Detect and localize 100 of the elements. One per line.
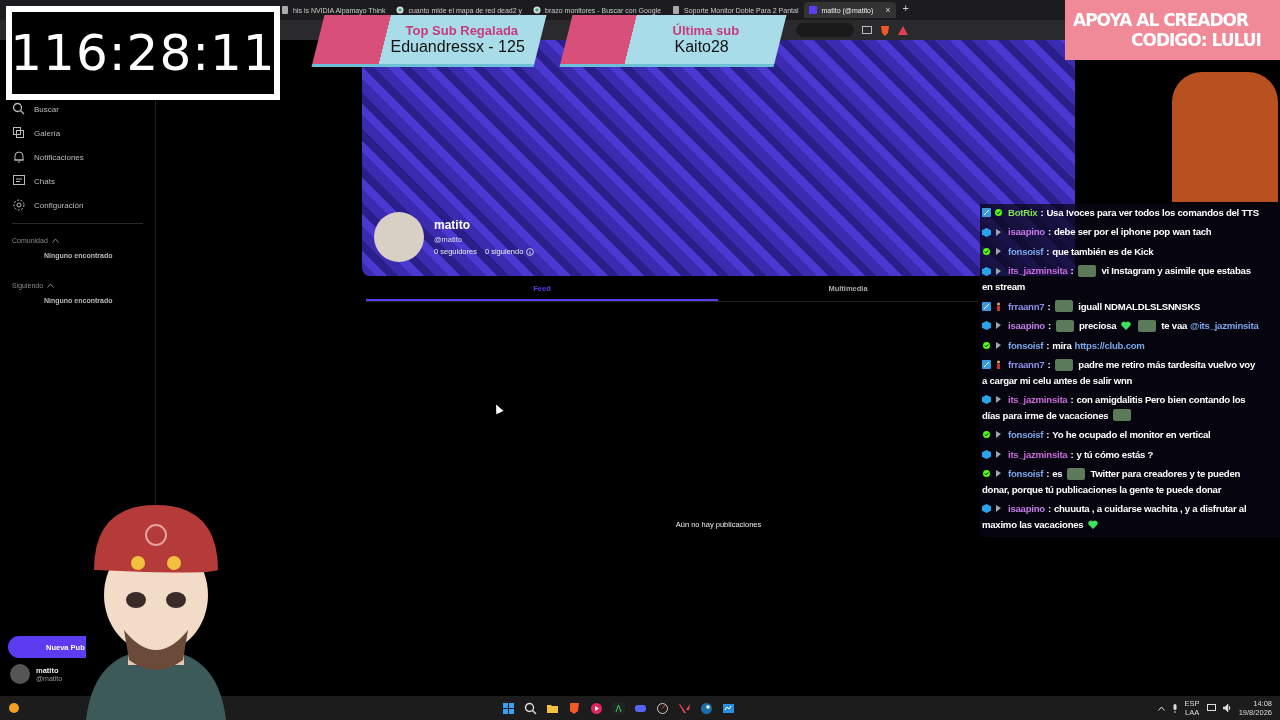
monitor-icon[interactable]	[1206, 704, 1216, 712]
message-text: vi Instagram y asimile que estabas	[1101, 264, 1251, 279]
search-icon[interactable]	[524, 701, 538, 715]
start-icon[interactable]	[502, 701, 516, 715]
profile-avatar	[374, 212, 424, 262]
sidebar-item[interactable]: Configuración	[0, 193, 155, 217]
sidebar-item[interactable]: Notificaciones	[0, 145, 155, 169]
cast-icon[interactable]	[862, 26, 872, 34]
cube-badge-icon	[982, 321, 991, 331]
separator: :	[1047, 319, 1051, 333]
figure-badge-icon	[994, 301, 1003, 311]
emote-picture	[1055, 358, 1074, 371]
new-tab-button[interactable]: +	[896, 2, 915, 14]
separator: :	[1046, 338, 1050, 353]
separator: :	[1047, 299, 1051, 314]
chat-icon	[12, 174, 26, 188]
cube-badge-icon	[982, 395, 991, 405]
message-text: es	[1052, 467, 1063, 482]
chat-username[interactable]: isaapino	[1008, 501, 1045, 517]
close-icon[interactable]: ×	[885, 5, 891, 15]
message-text: días para irme de vacaciones	[982, 408, 1109, 423]
chat-username[interactable]: frraann7	[1008, 357, 1045, 373]
chat-username[interactable]: BotRix	[1008, 205, 1038, 221]
weather-icon	[8, 702, 20, 714]
message-text: a cargar mi celu antes de salir wnn	[982, 373, 1133, 388]
gallery-icon	[12, 126, 26, 140]
promo-title: APOYA AL CREADOR	[1073, 10, 1250, 30]
emote-picture	[1078, 265, 1097, 278]
chat-username[interactable]: isaapino	[1008, 224, 1045, 241]
cube-badge-icon	[982, 266, 991, 276]
message-text: Twitter para creadores y te pueden	[1090, 467, 1241, 482]
check-badge-icon	[982, 430, 991, 440]
figure-badge-icon	[994, 360, 1003, 370]
check-badge-icon	[982, 340, 991, 350]
chat-username[interactable]: fonsoisf	[1008, 466, 1044, 482]
message-text: te vaa	[1161, 319, 1188, 333]
chat-link[interactable]: https://club.com	[1074, 337, 1145, 354]
triangle-icon[interactable]	[898, 25, 908, 35]
chat-username[interactable]: isaapino	[1008, 318, 1045, 334]
message-text: en stream	[982, 280, 1026, 295]
emote-picture	[1138, 319, 1157, 332]
emote-picture	[1067, 467, 1086, 480]
chat-username[interactable]: its_jazminsita	[1008, 446, 1068, 463]
separator: :	[1070, 264, 1074, 279]
sidebar-item[interactable]: Chats	[0, 169, 155, 193]
page-icon	[672, 6, 681, 14]
separator: :	[1047, 502, 1051, 517]
dial-icon[interactable]	[656, 701, 670, 715]
settings-icon	[12, 198, 26, 212]
microphone-icon[interactable]	[1171, 703, 1178, 713]
speaker-icon[interactable]	[1222, 704, 1232, 712]
check-badge-icon	[982, 247, 991, 257]
message-text: iguall NDMALDLSLSNNSKS	[1078, 299, 1201, 314]
search-icon	[12, 102, 26, 116]
separator: :	[1046, 244, 1050, 259]
cube-badge-icon	[982, 504, 991, 514]
message-text: Usa !voces para ver todos los comandos del TTS	[1046, 206, 1259, 220]
avatar	[10, 664, 30, 684]
message-text: Yo he ocupado el monitor en vertical	[1052, 428, 1211, 443]
chevron-up-icon[interactable]	[1157, 705, 1165, 711]
globe-icon	[533, 6, 542, 14]
message-text: padre me retiro más tardesita vuelvo voy	[1078, 358, 1255, 372]
message-text: maximo las vacaciones	[982, 517, 1084, 532]
separator: :	[1070, 393, 1074, 408]
check-badge-icon	[994, 208, 1003, 218]
heart-icon	[1121, 321, 1132, 331]
message-text: donar, porque tú publicaciones la gente te puede donar	[982, 482, 1222, 497]
check-badge-icon	[982, 469, 991, 479]
letter-icon[interactable]	[612, 701, 626, 715]
site-icon	[809, 6, 818, 14]
message-text: preciosa	[1078, 319, 1117, 333]
banner-title: Top Sub Regalada	[405, 23, 518, 38]
play-icon[interactable]	[590, 701, 604, 715]
promo-code: CODIGO: LULUI	[1130, 30, 1262, 50]
chat-mention[interactable]: @its_jazminsita	[1190, 318, 1259, 334]
info-icon	[526, 247, 535, 256]
cube-badge-icon	[982, 449, 991, 459]
sidebar-item[interactable]: Buscar	[0, 97, 155, 121]
emote-picture	[1055, 300, 1074, 313]
message-text: mira	[1052, 338, 1072, 353]
message-text: chuuuta , a cuidarse wachita , y a disfrutar al	[1053, 502, 1247, 517]
page-icon	[281, 6, 289, 14]
emote-picture	[1055, 319, 1074, 332]
profile-name: matito	[434, 218, 471, 232]
separator: :	[1070, 447, 1074, 462]
chat-username[interactable]: its_jazminsita	[1008, 263, 1068, 280]
chat-username[interactable]: fonsoisf	[1008, 243, 1044, 260]
chat-username[interactable]: fonsoisf	[1008, 337, 1044, 354]
chat-username[interactable]: frraann7	[1008, 298, 1045, 315]
heart-icon	[1088, 520, 1099, 530]
sidebar-item[interactable]: Galería	[0, 121, 155, 145]
bell-icon	[12, 150, 26, 164]
banner-value: Kaito28	[674, 38, 729, 56]
message-text: con amigdalitis Pero bien contando los	[1076, 393, 1246, 408]
window-icon[interactable]	[722, 701, 736, 715]
emote-picture	[1113, 409, 1132, 422]
banner-value: Eduandressx - 125	[390, 38, 525, 56]
chat-username[interactable]: its_jazminsita	[1008, 392, 1068, 408]
chat-username[interactable]: fonsoisf	[1008, 427, 1044, 443]
separator: :	[1040, 206, 1044, 220]
